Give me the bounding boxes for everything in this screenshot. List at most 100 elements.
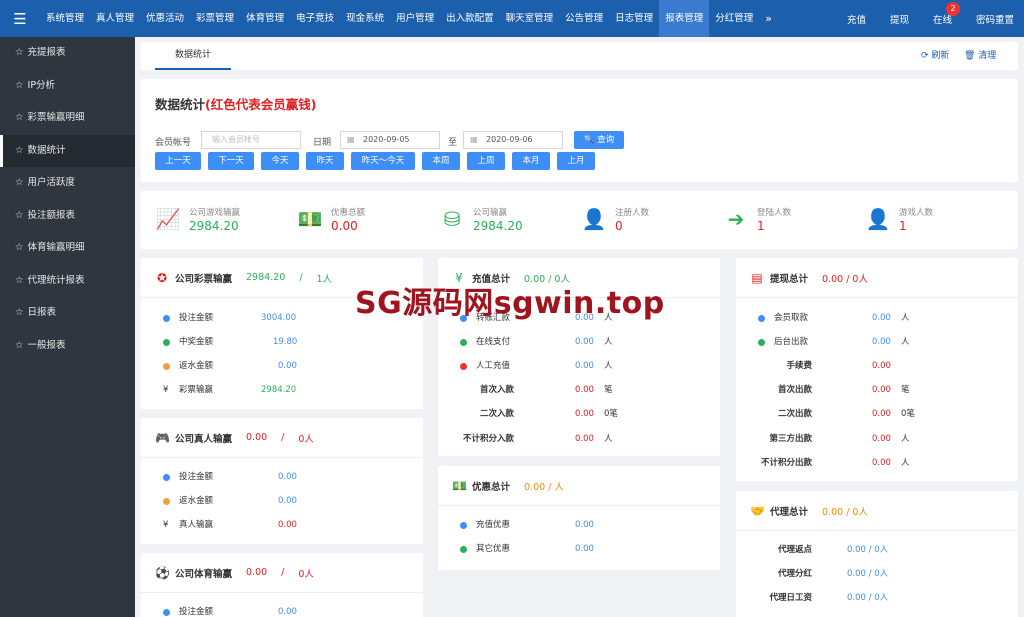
menu-icon[interactable]: ☰: [0, 10, 40, 28]
sidebar-item[interactable]: ☆ IP分析: [0, 70, 135, 103]
account-input[interactable]: 输入会员帐号: [201, 131, 301, 149]
sidebar-item[interactable]: ☆ 日报表: [0, 297, 135, 330]
nav-item[interactable]: 优惠活动: [140, 0, 190, 37]
quick-date-button[interactable]: 昨天～今天: [351, 152, 415, 170]
quick-date-button[interactable]: 昨天: [306, 152, 344, 170]
card-row: 不计积分入款 0.00 人: [462, 434, 613, 444]
nav-item[interactable]: 分红管理: [709, 0, 759, 37]
user-icon: 👤: [865, 207, 891, 231]
to-label: 至: [448, 138, 458, 148]
sidebar-item[interactable]: ☆ 代理统计报表: [0, 265, 135, 298]
card-row: 二次出款 0.00 0笔: [777, 409, 915, 419]
card-row: 投注金额 0.00: [141, 468, 423, 486]
card-row: 会员取款 0.00 人: [736, 309, 1018, 327]
nav-item[interactable]: 电子竞技: [290, 0, 340, 37]
sidebar-item[interactable]: ☆ 体育输赢明细: [0, 232, 135, 265]
account-label: 会员帐号: [155, 138, 192, 148]
withdraw-link[interactable]: 提现: [890, 12, 909, 26]
clear-button[interactable]: 🗑 清理: [964, 42, 996, 70]
line-chart-icon: 📈: [155, 207, 181, 231]
online-badge: 2: [945, 1, 960, 16]
nav-item[interactable]: 系统管理: [40, 0, 90, 37]
watermark: SG源码网sgwin.top: [355, 286, 665, 321]
online-label: 在线: [932, 14, 952, 26]
sidebar-item[interactable]: ☆ 彩票输赢明细: [0, 102, 135, 135]
card-row: 手续费 0.00: [786, 361, 891, 371]
status-dot: [163, 362, 170, 370]
status-dot: [163, 314, 170, 322]
calendar-icon: ▦: [347, 135, 355, 144]
date-to-input[interactable]: ▦ 2020-09-06: [463, 131, 563, 149]
nav-item-active[interactable]: 报表管理: [659, 0, 710, 37]
top-right-menu: 充值 提现 在线 2 密码重置: [823, 0, 1014, 37]
nav-item[interactable]: 出入款配置: [440, 0, 500, 37]
sign-in-icon: ➔: [727, 207, 745, 231]
gamepad-icon: 🎮: [155, 430, 170, 445]
card-header: 🤝 代理总计 0.00 / 0人: [736, 491, 1018, 531]
credit-card-icon: ▤: [751, 270, 763, 285]
quick-date-button[interactable]: 本月: [512, 152, 550, 170]
online-link[interactable]: 在线 2: [932, 1, 960, 26]
nav-item[interactable]: 用户管理: [390, 0, 440, 37]
nav-item[interactable]: 公告管理: [559, 0, 609, 37]
star-icon: ☆: [15, 112, 24, 123]
sidebar-item[interactable]: ☆ 一般报表: [0, 330, 135, 363]
card-row: ¥ 真人输赢 0.00: [141, 516, 423, 534]
card-row: 代理分红 0.00 / 0人: [777, 569, 889, 579]
sidebar-item[interactable]: ☆ 用户活跃度: [0, 167, 135, 200]
quick-date-button[interactable]: 上月: [557, 152, 595, 170]
tab-data-stats[interactable]: 数据统计: [155, 42, 231, 70]
date-from-input[interactable]: ▦ 2020-09-05: [340, 131, 440, 149]
live-card: 🎮 公司真人输赢 0.00/0人 投注金额 0.00 返水金额 0.00 ¥ 真人输赢 0.…: [141, 418, 423, 544]
card-header: 🎮 公司真人输赢 0.00/0人: [141, 418, 423, 458]
handshake-icon: 🤝: [750, 503, 765, 518]
card-row: 二次入款 0.00 0笔: [479, 409, 618, 419]
quick-date-button[interactable]: 本周: [422, 152, 460, 170]
sidebar-item[interactable]: ☆ 充提报表: [0, 37, 135, 70]
money-icon: 💵: [297, 207, 323, 231]
nav-item[interactable]: 真人管理: [90, 0, 140, 37]
recharge-link[interactable]: 充值: [847, 12, 866, 26]
filter-panel: 数据统计(红色代表会员赢钱) 会员帐号 输入会员帐号 日期 ▦ 2020-09-0…: [141, 79, 1018, 182]
nav-item[interactable]: 现金系统: [340, 0, 390, 37]
status-dot: [163, 608, 170, 616]
quick-date-button[interactable]: 下一天: [208, 152, 254, 170]
status-dot: [460, 521, 467, 529]
user-plus-icon: 👤: [581, 207, 607, 231]
card-row: 在线支付 0.00 人: [438, 333, 720, 351]
sidebar: ☆ 充提报表 ☆ IP分析 ☆ 彩票输赢明细 ☆ 数据统计 ☆ 用户活跃度 ☆ 投注额报表 …: [0, 37, 135, 617]
refresh-button[interactable]: ⟳ 刷新: [921, 42, 949, 70]
card-row: 其它优惠 0.00: [438, 540, 720, 558]
tab-bar: 数据统计 ⟳ 刷新 🗑 清理: [141, 42, 1018, 70]
star-icon: ☆: [15, 47, 24, 58]
yen-icon: ¥: [163, 385, 169, 395]
nav-item[interactable]: 体育管理: [240, 0, 290, 37]
card-row: 首次入款 0.00 笔: [479, 385, 613, 395]
page-title: 数据统计(红色代表会员赢钱): [155, 97, 317, 112]
stat-registrations: 👤 注册人数 0: [581, 207, 650, 233]
star-icon: ☆: [15, 274, 24, 286]
password-reset-link[interactable]: 密码重置: [976, 12, 1014, 26]
refresh-icon: ⟳: [921, 51, 932, 61]
nav-item[interactable]: 日志管理: [609, 0, 659, 37]
sidebar-item[interactable]: ☆ 投注额报表: [0, 200, 135, 233]
status-dot: [163, 338, 170, 346]
card-header: ▤ 提现总计 0.00 / 0人: [736, 258, 1018, 298]
query-button[interactable]: 🔍 查询: [574, 131, 624, 149]
nav-more-icon[interactable]: »: [759, 0, 778, 37]
card-row: ¥ 彩票输赢 2984.20: [141, 381, 423, 399]
quick-date-button[interactable]: 上周: [467, 152, 505, 170]
stat-company-profit: ⛁ 公司输赢 2984.20: [439, 206, 523, 233]
sidebar-item-active[interactable]: ☆ 数据统计: [0, 134, 135, 167]
main-nav: 系统管理 真人管理 优惠活动 彩票管理 体育管理 电子竞技 现金系统 用户管理 …: [40, 0, 778, 37]
nav-item[interactable]: 彩票管理: [190, 0, 240, 37]
nav-item[interactable]: 聊天室管理: [500, 0, 560, 37]
star-icon: ☆: [15, 307, 24, 318]
card-row: 返水金额 0.00: [141, 357, 423, 375]
quick-date-button[interactable]: 上一天: [155, 152, 201, 170]
quick-date-buttons: 上一天 下一天 今天 昨天 昨天～今天 本周 上周 本月 上月: [155, 152, 602, 170]
status-dot: [460, 338, 467, 346]
money-icon: 💵: [452, 478, 467, 493]
star-icon: ☆: [15, 177, 24, 188]
quick-date-button[interactable]: 今天: [261, 152, 299, 170]
